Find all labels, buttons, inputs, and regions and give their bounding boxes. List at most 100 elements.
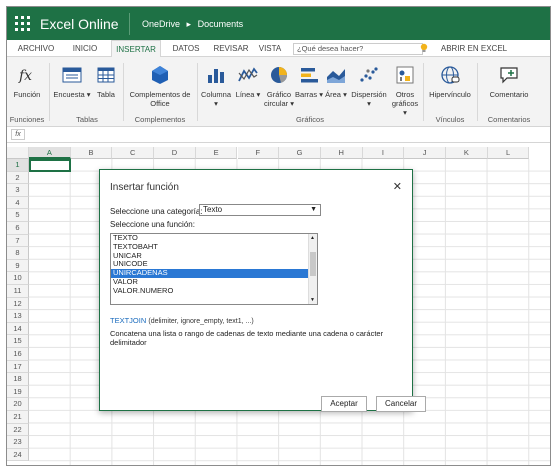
row-header[interactable]: 16 — [7, 348, 29, 361]
row-header[interactable]: 22 — [7, 423, 29, 437]
column-header[interactable]: F — [237, 147, 280, 159]
ribbon-divider — [423, 63, 424, 121]
close-icon[interactable]: ✕ — [393, 180, 402, 193]
column-header[interactable]: H — [320, 147, 363, 159]
row-header[interactable]: 18 — [7, 373, 29, 386]
tab-archivo[interactable]: ARCHIVO — [13, 40, 59, 57]
row-header[interactable]: 14 — [7, 322, 29, 336]
row-header[interactable]: 7 — [7, 234, 29, 248]
function-help-link[interactable]: TEXTJOIN — [110, 316, 146, 325]
function-list-item[interactable]: UNIRCADENAS — [111, 268, 308, 278]
line-chart-button[interactable]: Línea ▾ — [233, 57, 263, 111]
column-header[interactable]: D — [154, 147, 196, 159]
row-header[interactable]: 2 — [7, 171, 29, 185]
function-label: Seleccione una función: — [110, 220, 195, 229]
row-header[interactable]: 3 — [7, 184, 29, 197]
scatter-chart-button[interactable]: Dispersión ▾ — [349, 57, 389, 111]
row-header[interactable]: 9 — [7, 259, 29, 273]
ribbon-divider — [123, 63, 124, 121]
survey-button[interactable]: Encuesta ▾ — [53, 57, 91, 111]
scroll-up-icon[interactable]: ▲ — [310, 235, 315, 241]
group-graficos: Gráficos — [296, 115, 324, 124]
column-header[interactable]: K — [446, 147, 488, 159]
function-syntax: TEXTJOIN (delimiter, ignore_empty, text1… — [110, 316, 254, 325]
tab-inicio[interactable]: INICIO — [67, 40, 103, 57]
tab-vista[interactable]: VISTA — [255, 40, 285, 57]
ribbon: fx Función Funciones Encuesta ▾ Tabla Ta… — [7, 57, 550, 127]
select-all-corner[interactable] — [7, 147, 29, 159]
scatter-chart-icon — [360, 67, 378, 82]
column-header[interactable]: E — [195, 147, 238, 159]
other-charts-button[interactable]: Otros gráficos ▾ — [389, 57, 421, 117]
row-header[interactable]: 11 — [7, 285, 29, 298]
ribbon-divider — [197, 63, 198, 121]
open-in-excel-button[interactable]: ABRIR EN EXCEL — [439, 40, 509, 57]
excel-window: Excel Online OneDrive ▸ Documents ARCHIV… — [6, 6, 551, 466]
column-chart-button[interactable]: Columna ▾ — [199, 57, 233, 111]
accept-button[interactable]: Aceptar — [321, 396, 367, 412]
app-header: Excel Online OneDrive ▸ Documents — [7, 7, 550, 40]
category-select[interactable]: Texto ▼ — [199, 204, 321, 216]
category-label: Seleccione una categoría: — [110, 207, 203, 216]
tell-me-input[interactable]: ¿Qué desea hacer? — [293, 43, 423, 55]
group-tablas: Tablas — [76, 115, 98, 124]
row-header[interactable]: 13 — [7, 310, 29, 323]
row-header[interactable]: 5 — [7, 209, 29, 222]
office-addins-button[interactable]: Complementos de Office — [125, 57, 195, 111]
group-comentarios: Comentarios — [487, 115, 531, 124]
row-header[interactable]: 15 — [7, 335, 29, 348]
row-header[interactable]: 8 — [7, 247, 29, 260]
pie-chart-icon — [271, 67, 287, 83]
column-header[interactable]: C — [112, 147, 155, 159]
row-header[interactable]: 23 — [7, 436, 29, 449]
column-header[interactable]: I — [362, 147, 405, 159]
row-header[interactable]: 4 — [7, 196, 29, 210]
function-list[interactable]: TEXTO TEXTOBAHT UNICAR UNICODE UNIRCADENAS VA… — [110, 233, 318, 305]
row-header[interactable]: 1 — [7, 159, 29, 172]
column-header[interactable]: L — [487, 147, 530, 159]
row-header[interactable]: 10 — [7, 272, 29, 285]
area-chart-button[interactable]: Área ▾ — [323, 57, 349, 111]
breadcrumb-onedrive[interactable]: OneDrive — [142, 19, 180, 29]
row-header[interactable]: 24 — [7, 448, 29, 462]
table-button[interactable]: Tabla — [91, 57, 121, 111]
survey-icon — [62, 67, 82, 83]
row-header[interactable]: 17 — [7, 360, 29, 374]
area-chart-icon — [327, 69, 345, 83]
column-header[interactable]: B — [70, 147, 113, 159]
formula-bar: fx — [7, 127, 550, 143]
hyperlink-button[interactable]: Hipervínculo — [425, 57, 475, 111]
row-header[interactable]: 12 — [7, 297, 29, 311]
scroll-down-icon[interactable]: ▼ — [310, 297, 315, 303]
active-cell-a1[interactable] — [29, 159, 71, 172]
comment-button[interactable]: Comentario — [479, 57, 539, 111]
line-chart-icon — [238, 67, 258, 82]
row-header[interactable]: 20 — [7, 398, 29, 411]
row-header[interactable]: 21 — [7, 411, 29, 424]
function-description: Concatena una lista o rango de cadenas d… — [110, 329, 384, 347]
scroll-thumb[interactable] — [310, 252, 316, 276]
bar-chart-button[interactable]: Barras ▾ — [295, 57, 323, 111]
breadcrumb-documents[interactable]: Documents — [198, 19, 244, 29]
svg-text:fx: fx — [18, 68, 32, 84]
tab-revisar[interactable]: REVISAR — [211, 40, 251, 57]
column-chart-icon — [208, 69, 224, 83]
fx-button[interactable]: fx — [11, 129, 25, 140]
row-header[interactable]: 6 — [7, 222, 29, 235]
pie-chart-button[interactable]: Gráfico circular ▾ — [263, 57, 295, 111]
column-header[interactable]: G — [279, 147, 321, 159]
function-list-item[interactable]: VALOR.NUMERO — [111, 286, 308, 296]
addins-icon — [152, 66, 168, 84]
tab-insertar[interactable]: INSERTAR — [111, 40, 161, 57]
list-scrollbar[interactable]: ▲ ▼ — [308, 234, 317, 304]
row-header[interactable]: 19 — [7, 385, 29, 399]
app-launcher-icon[interactable] — [15, 16, 30, 31]
column-header[interactable]: A — [29, 147, 71, 159]
insert-function-button[interactable]: fx Función — [7, 57, 47, 111]
function-args: (delimiter, ignore_empty, text1, ...) — [148, 318, 254, 325]
group-complementos: Complementos — [134, 115, 186, 124]
app-title[interactable]: Excel Online — [40, 13, 130, 35]
tab-datos[interactable]: DATOS — [167, 40, 205, 57]
column-header[interactable]: J — [404, 147, 446, 159]
cancel-button[interactable]: Cancelar — [376, 396, 426, 412]
